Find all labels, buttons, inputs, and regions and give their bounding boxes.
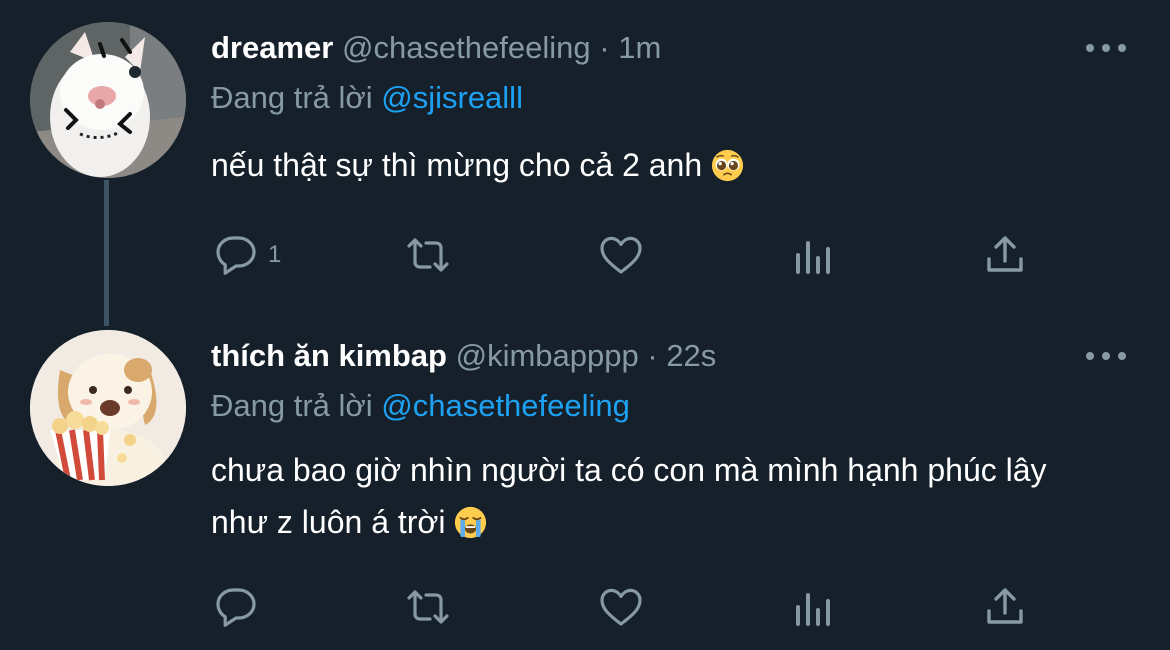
replying-to: Đang trả lời @chasethefeeling — [211, 388, 630, 424]
like-icon — [600, 588, 642, 626]
share-button[interactable] — [981, 230, 1029, 280]
reply-icon — [216, 588, 256, 627]
analytics-icon — [796, 241, 830, 274]
replying-to: Đang trả lời @sjisrealll — [211, 80, 523, 116]
tweet-text-content: nếu thật sự thì mừng cho cả 2 anh — [211, 147, 703, 183]
analytics-icon — [796, 593, 830, 626]
retweet-icon — [407, 238, 449, 272]
replying-to-label: Đang trả lời — [211, 80, 373, 115]
analytics-button[interactable] — [789, 582, 837, 632]
like-icon — [600, 236, 642, 274]
tweet-text: nếu thật sự thì mừng cho cả 2 anh — [211, 139, 1111, 191]
mention-link[interactable]: @chasethefeeling — [381, 388, 630, 423]
tweet-actions — [0, 582, 1170, 632]
retweet-icon — [407, 590, 449, 624]
replying-to-label: Đang trả lời — [211, 388, 373, 423]
tweet-header: dreamer @chasethefeeling · 1m — [211, 30, 661, 66]
like-button[interactable] — [597, 230, 645, 280]
avatar[interactable] — [30, 330, 186, 486]
reply-button[interactable] — [212, 582, 268, 632]
share-icon — [987, 236, 1023, 272]
timestamp[interactable]: 1m — [618, 30, 661, 65]
retweet-button[interactable] — [404, 230, 452, 280]
more-icon[interactable] — [1086, 38, 1126, 58]
avatar-cat-image — [30, 22, 186, 178]
tweet[interactable]: dreamer @chasethefeeling · 1m Đang trả l… — [0, 0, 1170, 326]
avatar[interactable] — [30, 22, 186, 178]
more-icon[interactable] — [1086, 346, 1126, 366]
share-icon — [987, 588, 1023, 624]
share-button[interactable] — [981, 582, 1029, 632]
avatar-puppy-image — [30, 330, 186, 486]
tweet-text: chưa bao giờ nhìn người ta có con mà mìn… — [211, 444, 1111, 548]
separator-dot: · — [647, 338, 658, 373]
retweet-button[interactable] — [404, 582, 452, 632]
tweet[interactable]: thích ăn kimbap @kimbapppp · 22s Đang tr… — [0, 320, 1170, 650]
reply-count: 1 — [268, 241, 282, 268]
separator-dot: · — [599, 30, 610, 65]
display-name[interactable]: thích ăn kimbap — [211, 338, 447, 373]
reply-icon — [216, 236, 256, 275]
pleading-face-emoji-icon — [711, 149, 744, 182]
user-handle[interactable]: @chasethefeeling — [342, 30, 591, 65]
tweet-actions: 1 — [0, 230, 1170, 280]
loudly-crying-face-emoji-icon — [454, 506, 487, 539]
timestamp[interactable]: 22s — [666, 338, 716, 373]
like-button[interactable] — [597, 582, 645, 632]
tweet-text-content: chưa bao giờ nhìn người ta có con mà mìn… — [211, 452, 1047, 540]
reply-button[interactable]: 1 — [212, 230, 281, 280]
display-name[interactable]: dreamer — [211, 30, 333, 65]
analytics-button[interactable] — [789, 230, 837, 280]
tweet-header: thích ăn kimbap @kimbapppp · 22s — [211, 338, 716, 374]
user-handle[interactable]: @kimbapppp — [456, 338, 639, 373]
mention-link[interactable]: @sjisrealll — [381, 80, 523, 115]
